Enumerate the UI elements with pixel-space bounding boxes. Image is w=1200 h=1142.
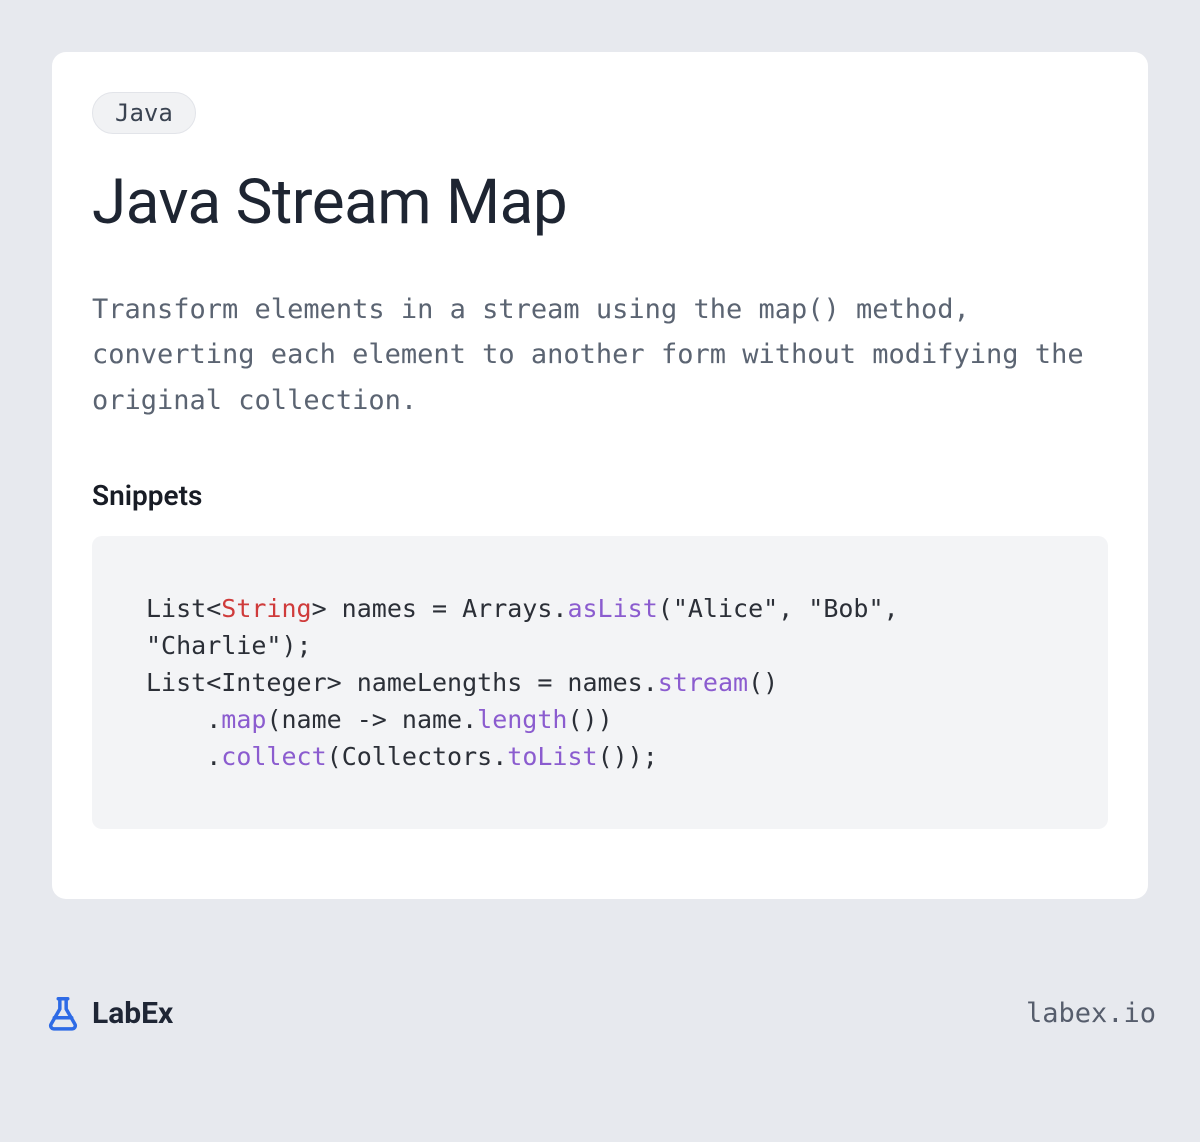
page-title: Java Stream Map	[92, 166, 1108, 239]
brand-logo: LabEx	[44, 994, 173, 1032]
brand-url: labex.io	[1026, 998, 1156, 1029]
snippets-heading: Snippets	[92, 479, 1108, 512]
language-tag: Java	[92, 92, 196, 134]
footer: LabEx labex.io	[44, 994, 1156, 1032]
content-card: Java Java Stream Map Transform elements …	[52, 52, 1148, 899]
code-snippet: List<String> names = Arrays.asList("Alic…	[92, 536, 1108, 829]
flask-icon	[44, 994, 82, 1032]
brand-name: LabEx	[92, 996, 173, 1031]
description-text: Transform elements in a stream using the…	[92, 287, 1108, 423]
